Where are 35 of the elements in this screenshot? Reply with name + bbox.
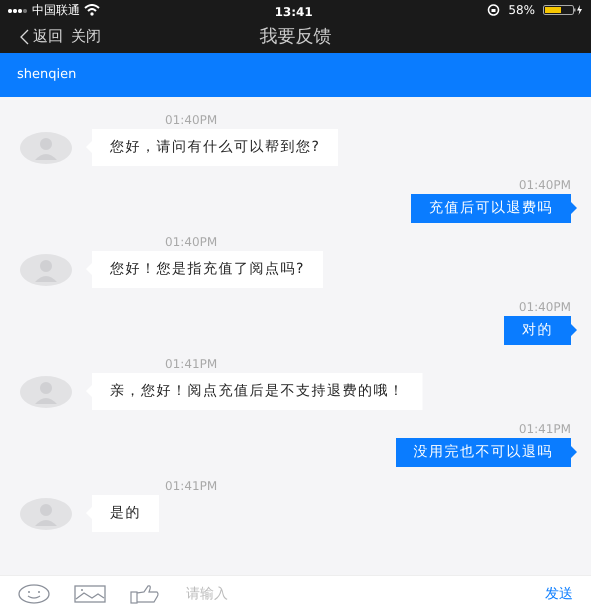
battery-icon [543, 4, 583, 16]
image-icon[interactable] [74, 585, 106, 603]
send-button[interactable]: 发送 [545, 584, 573, 604]
message-input[interactable]: 请输入 [184, 582, 384, 606]
close-button[interactable]: 关闭 [71, 25, 101, 48]
message-bubble: 您好！您是指充值了阅点吗? [86, 251, 323, 288]
message-time: 01:40PM [518, 178, 572, 192]
emoji-icon[interactable] [18, 584, 50, 604]
message-time: 01:40PM [164, 235, 218, 249]
message-bubble: 对的 [504, 316, 577, 345]
carrier-name: 中国联通 [32, 2, 80, 19]
message-bubble: 您好，请问有什么可以帮到您? [86, 129, 338, 166]
battery-percent: 58% [508, 2, 535, 19]
message-time: 01:40PM [164, 113, 218, 127]
message-bubble: 没用完也不可以退吗 [396, 438, 577, 467]
wifi-icon [84, 4, 100, 16]
message-time: 01:40PM [518, 300, 572, 314]
avatar-icon [20, 376, 72, 408]
signal-icon [8, 6, 28, 14]
avatar-icon [20, 498, 72, 530]
page-title: 我要反馈 [260, 25, 332, 49]
chevron-left-icon [20, 28, 29, 44]
thumbs-up-icon[interactable] [130, 584, 160, 604]
message-time: 01:41PM [164, 479, 218, 493]
message-bubble: 亲，您好！阅点充值后是不支持退费的哦！ [86, 373, 422, 410]
back-button[interactable]: 返回 [20, 25, 63, 48]
avatar-icon [20, 254, 72, 286]
rotation-lock-icon [487, 4, 500, 16]
message-time: 01:41PM [164, 357, 218, 371]
message-bubble: 充值后可以退费吗 [411, 194, 577, 223]
contact-name: shenqien [17, 66, 76, 84]
avatar-icon [20, 132, 72, 164]
message-bubble: 是的 [86, 495, 159, 532]
status-time: 13:41 [274, 4, 314, 21]
message-time: 01:41PM [518, 422, 572, 436]
